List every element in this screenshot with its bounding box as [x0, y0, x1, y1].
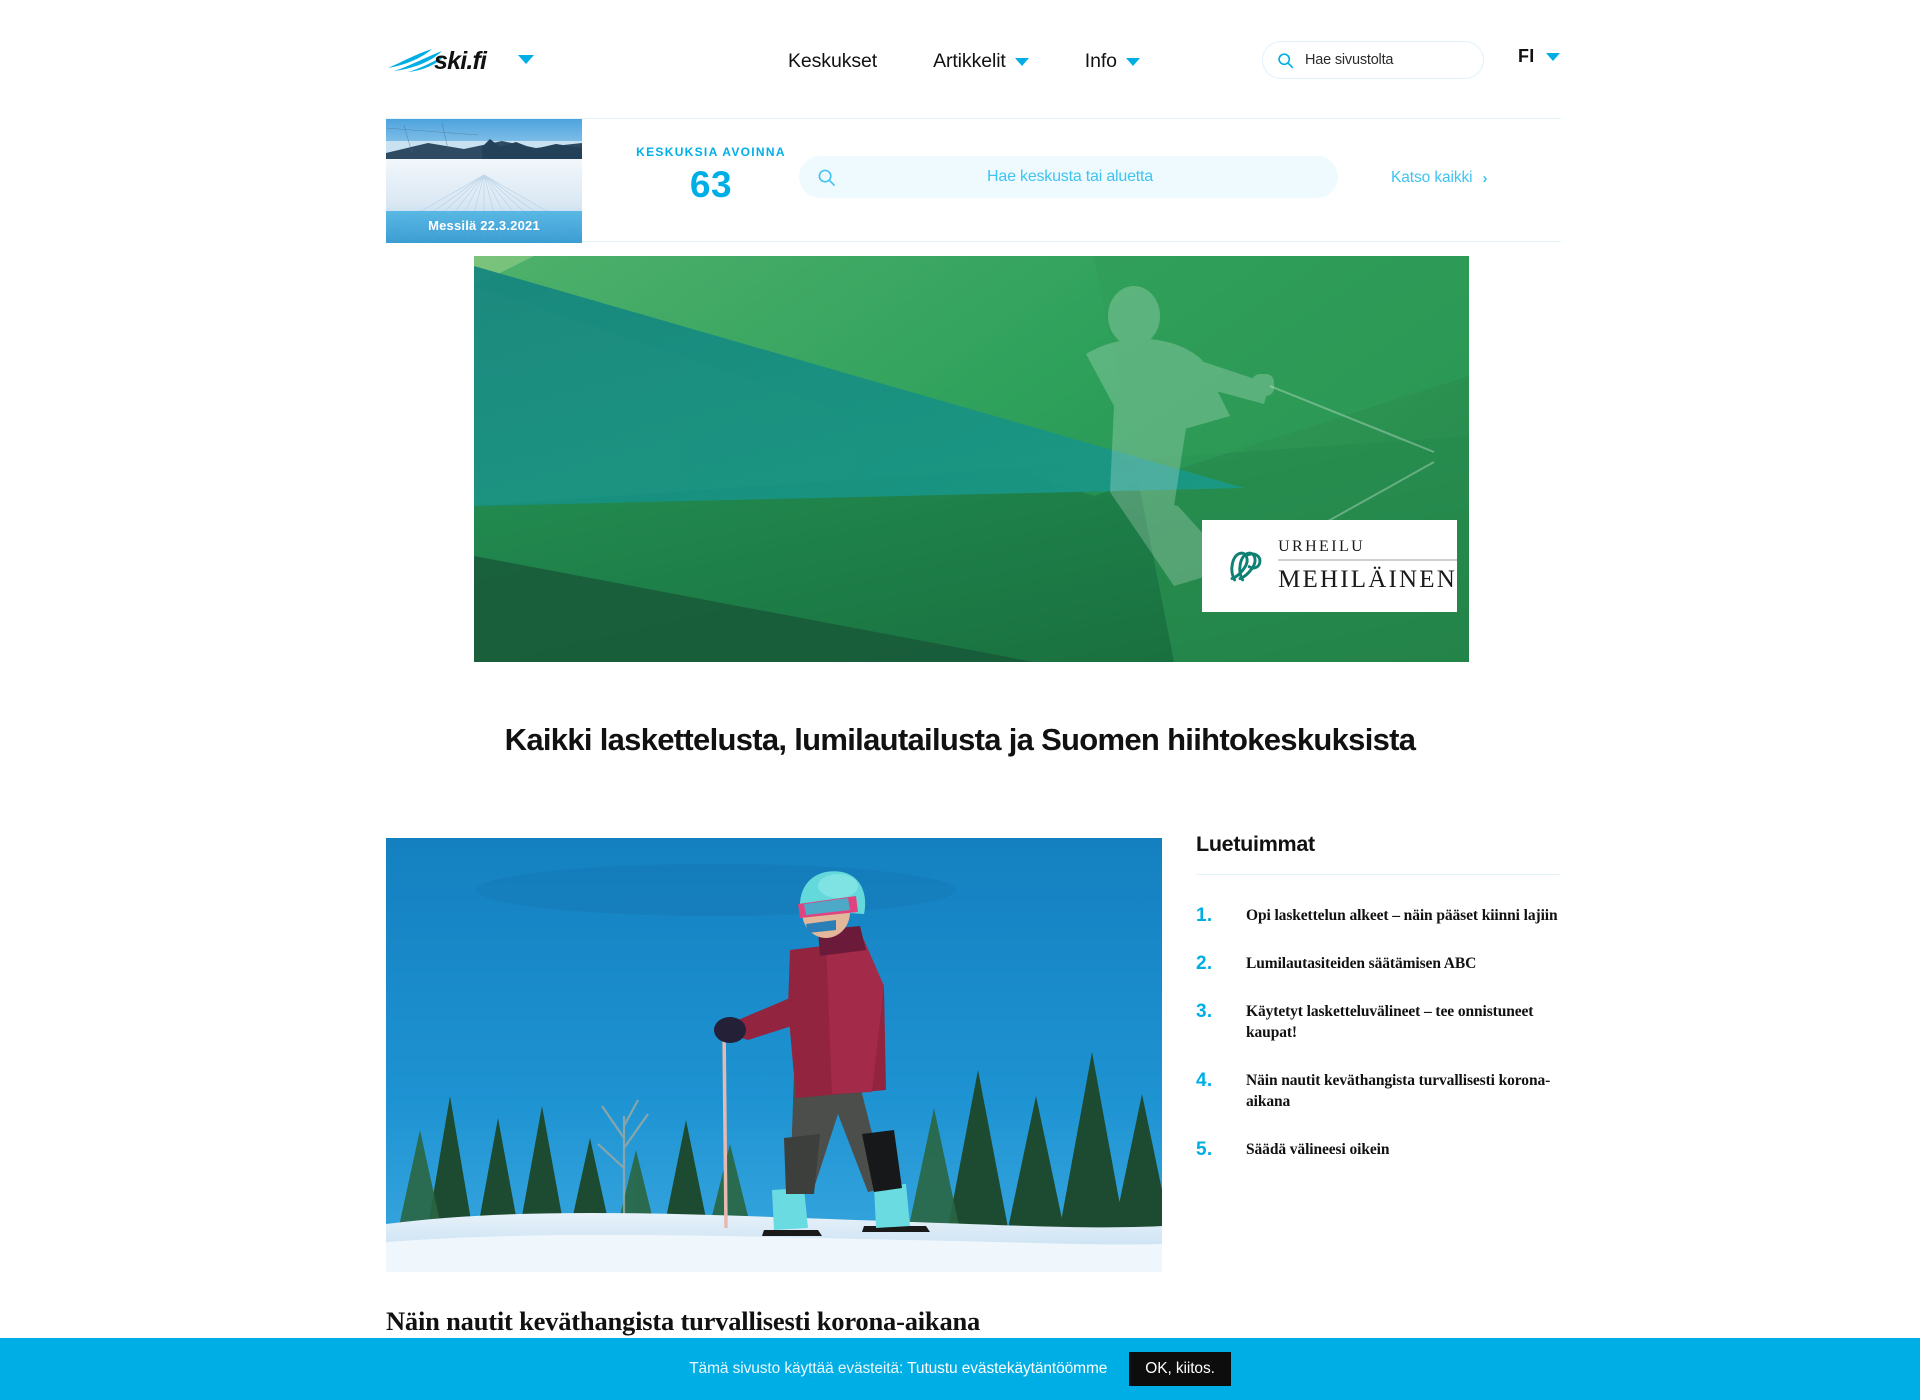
list-item-number: 2. [1196, 953, 1213, 974]
article-headline[interactable]: Näin nautit keväthangista turvallisesti … [386, 1306, 1162, 1337]
chevron-down-icon [1014, 57, 1029, 66]
cookie-consent-bar: Tämä sivusto käyttää evästeitä: Tutustu … [0, 1338, 1920, 1400]
skier-photo-icon [386, 838, 1162, 1272]
chevron-right-icon: › [1482, 169, 1488, 187]
list-item-number: 3. [1196, 1001, 1213, 1022]
page-root: ski.fi Keskukset Artikkelit Info Hae siv… [0, 0, 1920, 1400]
nav-item-keskukset[interactable]: Keskukset [760, 50, 905, 73]
chevron-down-icon [1125, 57, 1140, 66]
list-item-label: Säädä välineesi oikein [1246, 1140, 1390, 1158]
open-resorts-counter: KESKUKSIA AVOINNA 63 [616, 145, 806, 206]
nav-label: Artikkelit [933, 50, 1006, 72]
page-title: Kaikki laskettelusta, lumilautailusta ja… [504, 722, 1416, 757]
sidebar-heading: Luetuimmat [1196, 832, 1315, 856]
most-read-sidebar: Luetuimmat 1. Opi laskettelun alkeet – n… [1196, 832, 1560, 1187]
see-all-label: Katso kaikki [1391, 169, 1473, 186]
list-item-label: Käytetyt lasketteluvälineet – tee onnist… [1246, 1003, 1534, 1042]
list-item-number: 1. [1196, 905, 1213, 926]
list-item[interactable]: 5. Säädä välineesi oikein [1196, 1139, 1560, 1161]
list-item-label: Lumilautasiteiden säätämisen ABC [1246, 955, 1477, 972]
list-item[interactable]: 1. Opi laskettelun alkeet – näin pääset … [1196, 905, 1560, 927]
resort-thumbnail-caption: Messilä 22.3.2021 [428, 218, 540, 233]
sidebar-divider [1196, 874, 1560, 875]
list-item-number: 4. [1196, 1069, 1213, 1091]
cookie-message-prefix: Tämä sivusto käyttää evästeitä: [689, 1360, 908, 1377]
nav-label: Keskukset [788, 50, 878, 72]
language-label: FI [1518, 46, 1535, 66]
nav-label: Info [1084, 50, 1117, 72]
language-selector[interactable]: FI [1518, 46, 1560, 67]
cookie-policy-link[interactable]: Tutustu evästekäytäntöömme [907, 1360, 1107, 1377]
nav-item-info[interactable]: Info [1057, 50, 1168, 73]
chevron-down-icon [1545, 52, 1560, 61]
nav-item-artikkelit[interactable]: Artikkelit [905, 50, 1057, 73]
site-search-box[interactable]: Hae sivustolta [1262, 41, 1484, 79]
advertiser-name-bottom: MEHILÄINEN [1278, 566, 1457, 593]
site-header: ski.fi Keskukset Artikkelit Info Hae siv… [0, 0, 1920, 118]
open-resorts-label: KESKUKSIA AVOINNA [636, 145, 786, 159]
list-item-label: Näin nautit keväthangista turvallisesti … [1246, 1071, 1551, 1111]
open-resorts-count: 63 [689, 164, 733, 205]
article-hero-image[interactable] [386, 838, 1162, 1272]
most-read-list: 1. Opi laskettelun alkeet – näin pääset … [1196, 905, 1560, 1161]
mehilainen-bee-icon [1230, 551, 1262, 582]
see-all-link[interactable]: Katso kaikki › [1391, 169, 1488, 187]
site-logo[interactable]: ski.fi [386, 42, 534, 76]
list-item[interactable]: 4. Näin nautit keväthangista turvallises… [1196, 1070, 1560, 1113]
advertiser-wordmark: URHEILU MEHILÄINEN [1278, 538, 1457, 594]
logo-chevron-down-icon [518, 54, 534, 64]
site-search-placeholder: Hae sivustolta [1305, 52, 1394, 68]
ski-fi-logo-icon: ski.fi [388, 47, 489, 75]
cookie-message: Tämä sivusto käyttää evästeitä: Tutustu … [689, 1360, 1107, 1378]
advertiser-logo: URHEILU MEHILÄINEN [1202, 520, 1457, 612]
main-nav: Keskukset Artikkelit Info [760, 50, 1168, 73]
open-resorts-bar: Messilä 22.3.2021 KESKUKSIA AVOINNA 63 H… [386, 118, 1561, 243]
search-icon [1278, 52, 1294, 68]
cookie-accept-button[interactable]: OK, kiitos. [1129, 1352, 1231, 1386]
list-item-label: Opi laskettelun alkeet – näin pääset kii… [1246, 907, 1558, 924]
resort-search-box[interactable]: Hae keskusta tai aluetta [799, 156, 1338, 198]
advertiser-name-top: URHEILU [1278, 538, 1457, 561]
list-item[interactable]: 3. Käytetyt lasketteluvälineet – tee onn… [1196, 1001, 1560, 1044]
advertisement-banner[interactable]: URHEILU MEHILÄINEN [474, 256, 1469, 662]
svg-text:ski.fi: ski.fi [434, 47, 488, 75]
list-item-number: 5. [1196, 1138, 1213, 1160]
resort-thumbnail[interactable]: Messilä 22.3.2021 [386, 119, 582, 243]
resort-search-placeholder: Hae keskusta tai aluetta [987, 168, 1153, 185]
list-item[interactable]: 2. Lumilautasiteiden säätämisen ABC [1196, 953, 1560, 975]
